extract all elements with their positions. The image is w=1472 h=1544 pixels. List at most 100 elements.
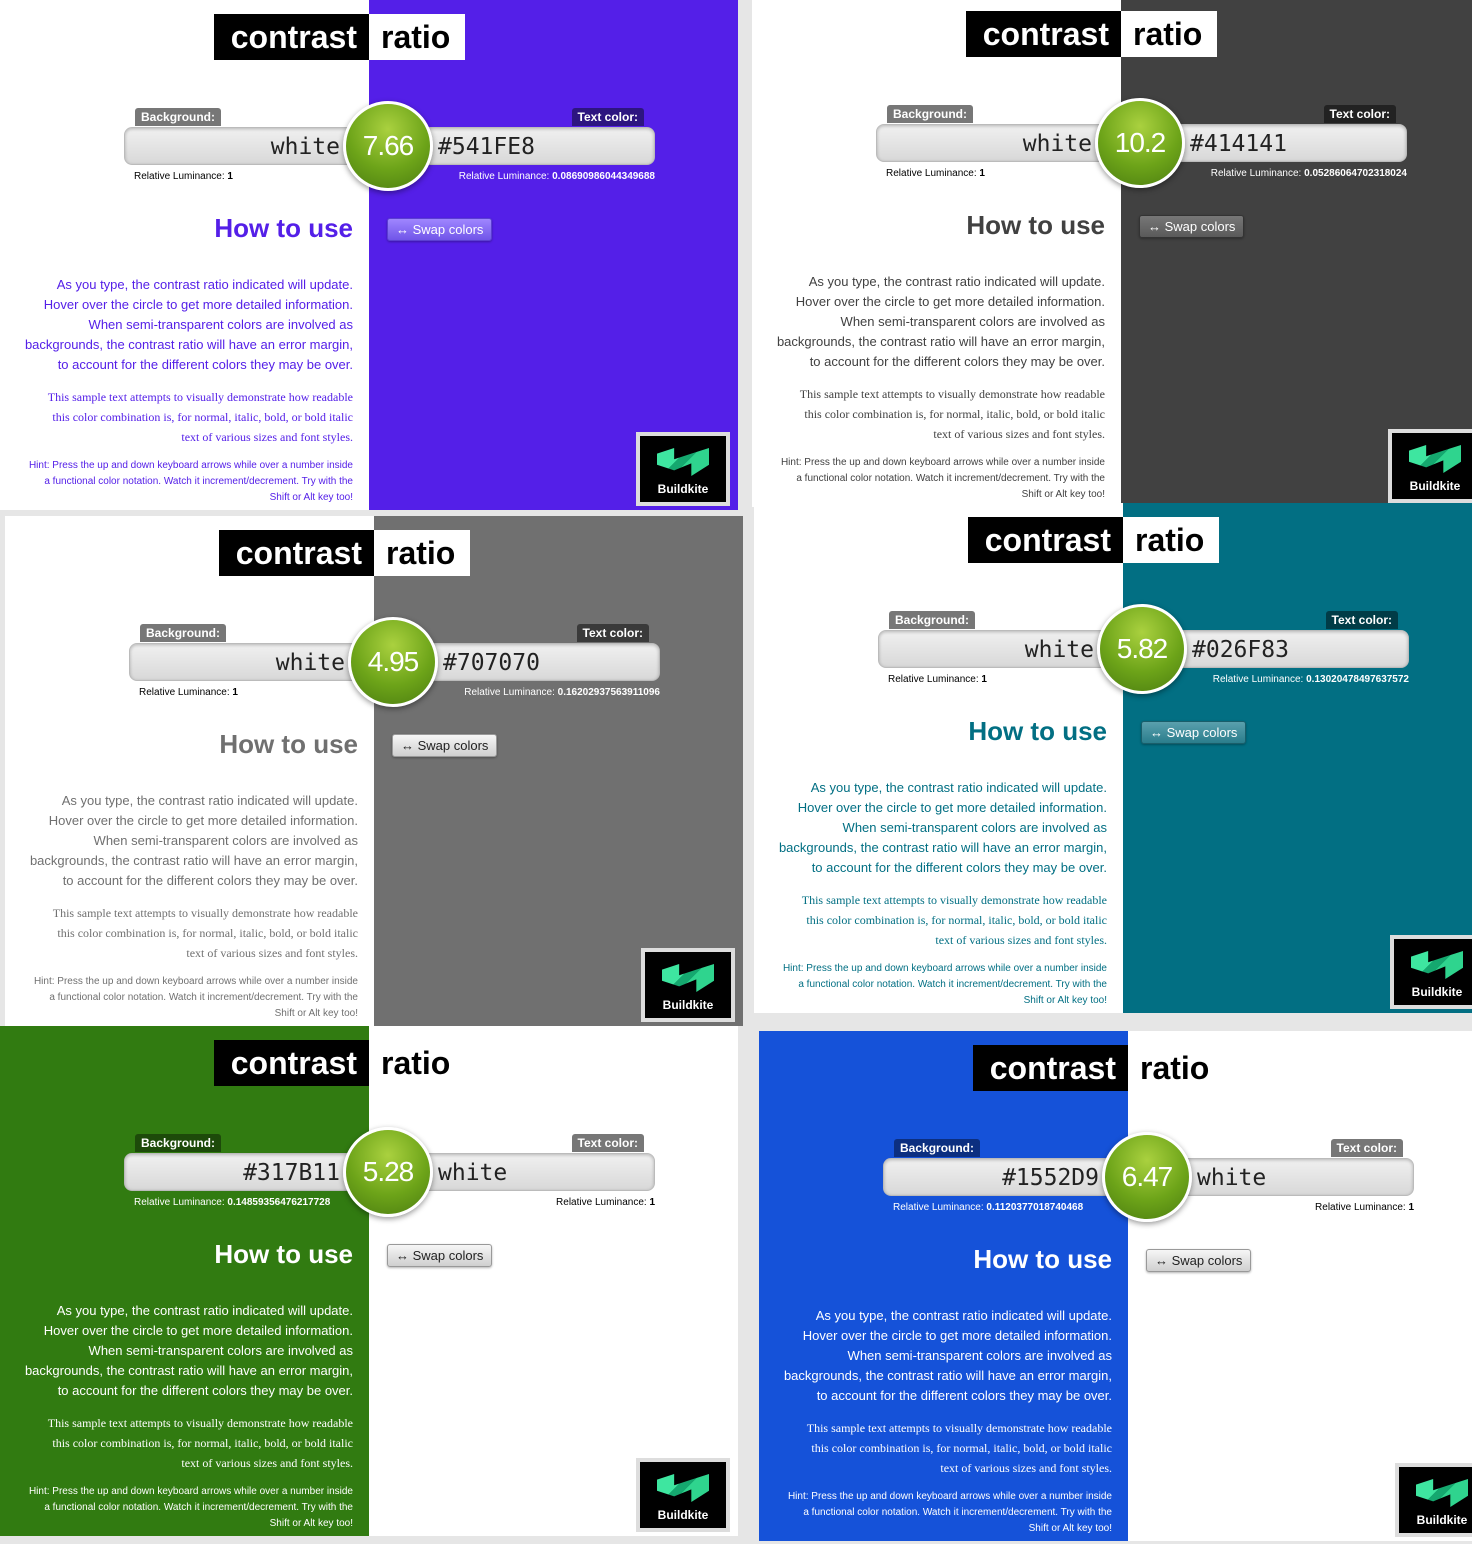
sample-line: this color combination is, for normal, i… xyxy=(52,410,353,424)
luminance-label: Relative Luminance: xyxy=(893,1202,987,1213)
instruction-line: backgrounds, the contrast ratio will hav… xyxy=(783,1368,1112,1383)
sample-text: This sample text attempts to visually de… xyxy=(800,384,1105,444)
buildkite-label: Buildkite xyxy=(662,998,714,1012)
instruction-line: backgrounds, the contrast ratio will hav… xyxy=(776,334,1105,349)
background-input[interactable]: #1552D9 xyxy=(883,1158,1128,1196)
hint-line: Shift or Alt key too! xyxy=(1028,1523,1112,1534)
luminance-label: Relative Luminance: xyxy=(886,168,980,179)
instruction-line: to account for the different colors they… xyxy=(57,1383,353,1398)
background-input[interactable]: white xyxy=(129,643,374,681)
luminance-value: 0.13020478497637572 xyxy=(1306,674,1409,685)
buildkite-logo[interactable]: Buildkite xyxy=(641,948,735,1022)
contrast-ratio-circle[interactable]: 10.2 xyxy=(1095,98,1185,188)
buildkite-logo[interactable]: Buildkite xyxy=(1390,935,1472,1009)
hint-text: Hint: Press the up and down keyboard arr… xyxy=(783,961,1107,1009)
buildkite-logo[interactable]: Buildkite xyxy=(636,432,730,506)
luminance-value: 0.05286064702318024 xyxy=(1304,168,1407,179)
instruction-line: backgrounds, the contrast ratio will hav… xyxy=(778,840,1107,855)
instruction-line: Hover over the circle to get more detail… xyxy=(795,294,1105,309)
luminance-label: Relative Luminance: xyxy=(888,674,982,685)
sample-line: this color combination is, for normal, i… xyxy=(52,1436,353,1450)
hint-line: Shift or Alt key too! xyxy=(269,492,353,503)
title-contrast: contrast xyxy=(973,1045,1128,1091)
hint-line: Hint: Press the up and down keyboard arr… xyxy=(780,457,1105,468)
background-label: Background: xyxy=(140,624,227,642)
swap-colors-button[interactable]: ↔ Swap colors xyxy=(1146,1249,1252,1272)
instruction-line: As you type, the contrast ratio indicate… xyxy=(56,277,353,292)
background-label: Background: xyxy=(135,108,222,126)
title-contrast: contrast xyxy=(214,14,369,60)
instructions-text: As you type, the contrast ratio indicate… xyxy=(25,1301,353,1401)
contrast-ratio-circle[interactable]: 5.28 xyxy=(343,1127,433,1217)
background-input[interactable]: #317B11 xyxy=(124,1153,369,1191)
buildkite-logo[interactable]: Buildkite xyxy=(1388,429,1472,503)
sample-line: This sample text attempts to visually de… xyxy=(799,387,1105,401)
instructions-text: As you type, the contrast ratio indicate… xyxy=(30,791,358,891)
background-luminance: Relative Luminance: 1 xyxy=(134,171,233,182)
contrast-ratio-circle[interactable]: 4.95 xyxy=(348,617,438,707)
hint-text: Hint: Press the up and down keyboard arr… xyxy=(29,458,353,506)
text-color-luminance: Relative Luminance: 1 xyxy=(556,1197,655,1208)
title-ratio: ratio xyxy=(369,14,465,60)
hint-line: Hint: Press the up and down keyboard arr… xyxy=(28,460,353,471)
luminance-value: 0.14859356476217728 xyxy=(227,1197,331,1208)
text-color-luminance: Relative Luminance: 0.08690986044349688 xyxy=(459,171,655,182)
title-contrast: contrast xyxy=(214,1040,369,1086)
swap-colors-button[interactable]: ↔ Swap colors xyxy=(387,1244,493,1267)
instruction-line: backgrounds, the contrast ratio will hav… xyxy=(29,853,358,868)
title-contrast: contrast xyxy=(219,530,374,576)
background-luminance: Relative Luminance: 0.14859356476217728 xyxy=(134,1197,330,1208)
swap-colors-button[interactable]: ↔ Swap colors xyxy=(1139,215,1245,238)
instruction-line: backgrounds, the contrast ratio will hav… xyxy=(24,337,353,352)
instructions-text: As you type, the contrast ratio indicate… xyxy=(784,1306,1112,1406)
title-contrast: contrast xyxy=(966,11,1121,57)
buildkite-logo[interactable]: Buildkite xyxy=(1395,1463,1472,1537)
instructions-text: As you type, the contrast ratio indicate… xyxy=(777,272,1105,372)
sample-line: This sample text attempts to visually de… xyxy=(47,1416,353,1430)
luminance-label: Relative Luminance: xyxy=(134,171,228,182)
luminance-value: 1 xyxy=(232,687,238,698)
sample-line: text of various sizes and font styles. xyxy=(935,933,1107,947)
buildkite-label: Buildkite xyxy=(1411,985,1463,999)
text-color-luminance: Relative Luminance: 1 xyxy=(1315,1202,1414,1213)
hint-text: Hint: Press the up and down keyboard arr… xyxy=(34,974,358,1022)
luminance-value: 1 xyxy=(979,168,985,179)
instructions-text: As you type, the contrast ratio indicate… xyxy=(25,275,353,375)
text-color-label: Text color: xyxy=(1325,611,1398,629)
how-to-use-heading: How to use xyxy=(214,1239,353,1269)
contrast-ratio-circle[interactable]: 7.66 xyxy=(343,101,433,191)
background-label: Background: xyxy=(135,1134,222,1152)
luminance-value: 0.16202937563911096 xyxy=(557,687,660,698)
swap-colors-button[interactable]: ↔ Swap colors xyxy=(387,218,493,241)
swap-colors-button[interactable]: ↔ Swap colors xyxy=(1141,721,1247,744)
instruction-line: As you type, the contrast ratio indicate… xyxy=(815,1308,1112,1323)
hint-line: a functional color notation. Watch it in… xyxy=(796,473,1105,484)
buildkite-icon xyxy=(657,1474,709,1502)
contrast-ratio-circle[interactable]: 5.82 xyxy=(1097,604,1187,694)
luminance-label: Relative Luminance: xyxy=(134,1197,228,1208)
swap-colors-button[interactable]: ↔ Swap colors xyxy=(392,734,498,757)
buildkite-label: Buildkite xyxy=(1409,479,1461,493)
hint-line: Shift or Alt key too! xyxy=(1021,489,1105,500)
hint-line: Hint: Press the up and down keyboard arr… xyxy=(787,1491,1112,1502)
sample-text: This sample text attempts to visually de… xyxy=(802,890,1107,950)
sample-line: This sample text attempts to visually de… xyxy=(801,893,1107,907)
hint-line: a functional color notation. Watch it in… xyxy=(44,476,353,487)
background-input[interactable]: white xyxy=(876,124,1121,162)
buildkite-icon xyxy=(657,448,709,476)
sample-line: this color combination is, for normal, i… xyxy=(57,926,358,940)
sample-line: This sample text attempts to visually de… xyxy=(47,390,353,404)
instruction-line: to account for the different colors they… xyxy=(811,860,1107,875)
instruction-line: As you type, the contrast ratio indicate… xyxy=(61,793,358,808)
text-color-luminance: Relative Luminance: 0.13020478497637572 xyxy=(1213,674,1409,685)
luminance-value: 0.1120377018740468 xyxy=(986,1202,1084,1213)
buildkite-logo[interactable]: Buildkite xyxy=(636,1458,730,1532)
instruction-line: When semi-transparent colors are involve… xyxy=(88,1343,353,1358)
background-input[interactable]: white xyxy=(878,630,1123,668)
background-input[interactable]: white xyxy=(124,127,369,165)
background-label: Background: xyxy=(889,611,976,629)
contrast-ratio-circle[interactable]: 6.47 xyxy=(1102,1132,1192,1222)
hint-line: Hint: Press the up and down keyboard arr… xyxy=(33,976,358,987)
instruction-line: to account for the different colors they… xyxy=(816,1388,1112,1403)
instruction-line: When semi-transparent colors are involve… xyxy=(842,820,1107,835)
